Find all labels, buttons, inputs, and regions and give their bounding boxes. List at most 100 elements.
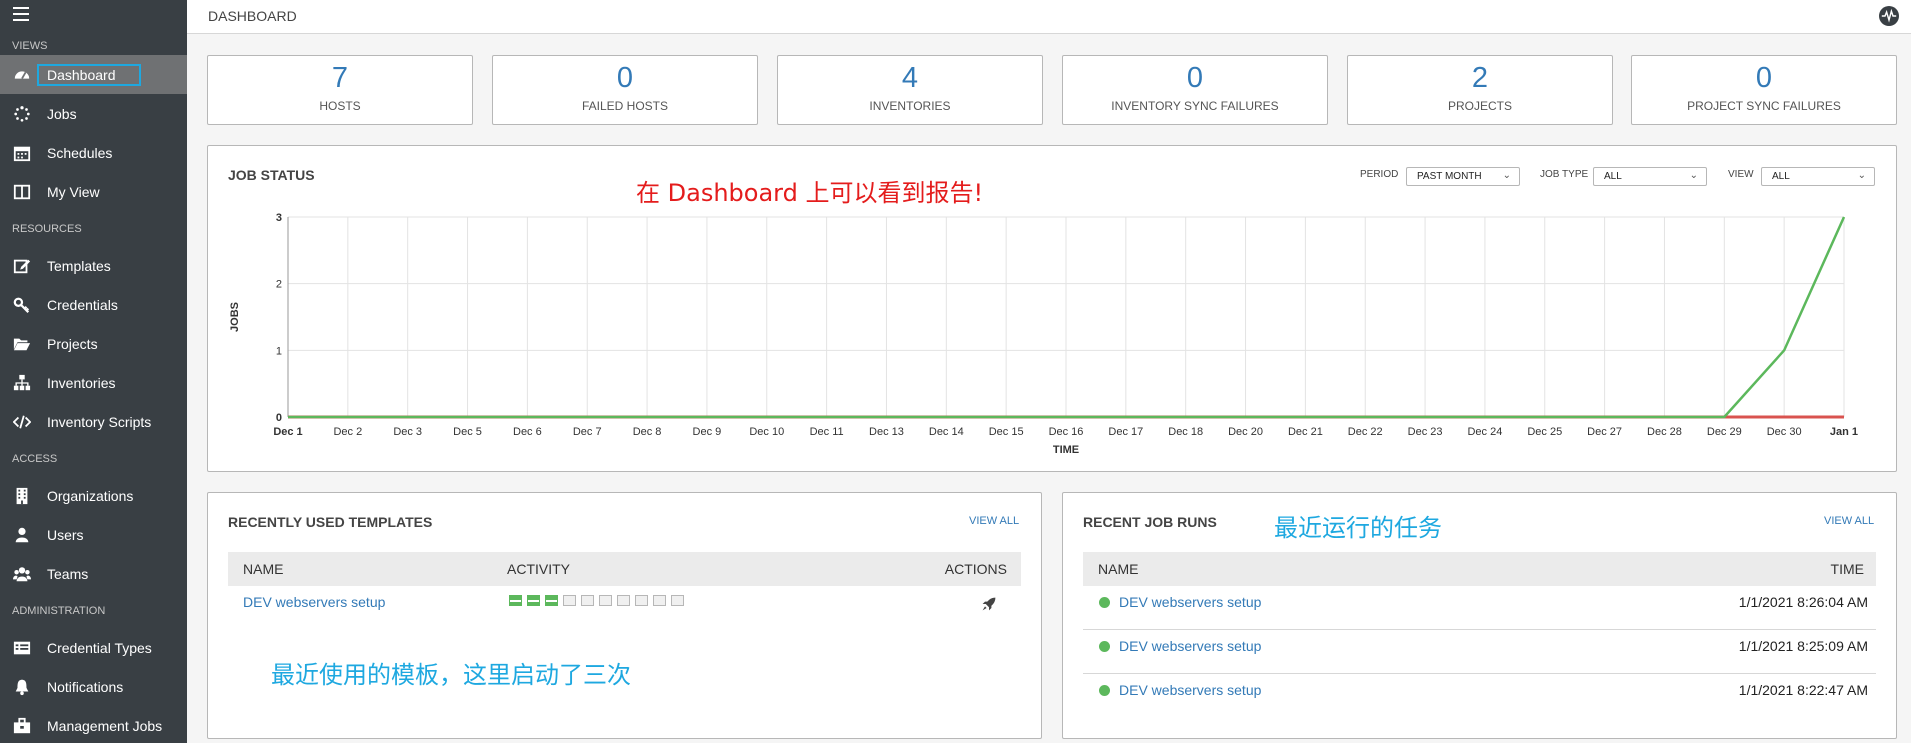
x-tick-label: Dec 29 (1707, 426, 1742, 438)
section-resources: RESOURCES (12, 223, 82, 235)
row-divider (1083, 673, 1876, 674)
edit-icon (12, 256, 32, 276)
sidebar-item-label: Users (47, 526, 84, 543)
sidebar-item-label: Credential Types (47, 639, 152, 656)
job-run-time: 1/1/2021 8:25:09 AM (1738, 638, 1868, 654)
card-project-sync-failures[interactable]: 0 PROJECT SYNC FAILURES (1631, 55, 1897, 125)
x-tick-label: Dec 17 (1108, 426, 1143, 438)
x-tick-label: Dec 9 (693, 426, 722, 438)
column-name: NAME (1098, 561, 1139, 577)
activity-success-square[interactable] (527, 595, 540, 606)
x-tick-label: Dec 30 (1767, 426, 1802, 438)
card-label: INVENTORY SYNC FAILURES (1111, 99, 1279, 113)
sidebar-item-label: My View (47, 183, 100, 200)
card-inventories[interactable]: 4 INVENTORIES (777, 55, 1043, 125)
activity-stream-icon[interactable] (1879, 6, 1899, 26)
card-projects[interactable]: 2 PROJECTS (1347, 55, 1613, 125)
recent-job-runs-title: RECENT JOB RUNS (1083, 514, 1217, 530)
y-tick-label: 1 (276, 345, 282, 357)
rocket-launch-icon[interactable] (981, 596, 997, 612)
card-value: 4 (901, 62, 919, 94)
x-tick-label: Dec 7 (573, 426, 602, 438)
card-value: 2 (1471, 62, 1489, 94)
card-inventory-sync-failures[interactable]: 0 INVENTORY SYNC FAILURES (1062, 55, 1328, 125)
activity-success-square[interactable] (545, 595, 558, 606)
sidebar-item-users[interactable]: Users (0, 515, 187, 554)
job-run-link[interactable]: DEV webservers setup (1119, 682, 1261, 698)
job-status-panel: JOB STATUS 在 Dashboard 上可以看到报告! PERIOD P… (207, 145, 1897, 472)
page-title: DASHBOARD (208, 8, 297, 24)
job-runs-table-header: NAME TIME (1083, 552, 1876, 586)
job-run-link[interactable]: DEV webservers setup (1119, 594, 1261, 610)
x-tick-label: Dec 24 (1467, 426, 1502, 438)
x-tick-label: Dec 8 (633, 426, 662, 438)
x-tick-label: Dec 20 (1228, 426, 1263, 438)
activity-empty-square[interactable] (563, 595, 576, 606)
sidebar-item-jobs[interactable]: Jobs (0, 94, 187, 133)
sidebar-item-organizations[interactable]: Organizations (0, 476, 187, 515)
x-tick-label: Dec 27 (1587, 426, 1622, 438)
templates-view-all-link[interactable]: VIEW ALL (969, 515, 1019, 527)
sidebar-item-credentials[interactable]: Credentials (0, 285, 187, 324)
activity-empty-square[interactable] (653, 595, 666, 606)
column-name: NAME (243, 561, 284, 577)
key-icon (12, 295, 32, 315)
sidebar-item-inventories[interactable]: Inventories (0, 363, 187, 402)
sidebar: VIEWS Dashboard Jobs Schedules My View R… (0, 0, 187, 743)
sidebar-item-dashboard[interactable]: Dashboard (0, 55, 187, 94)
activity-empty-square[interactable] (581, 595, 594, 606)
sidebar-item-projects[interactable]: Projects (0, 324, 187, 363)
template-link[interactable]: DEV webservers setup (243, 594, 385, 610)
x-tick-label: Jan 1 (1830, 426, 1858, 438)
sidebar-item-credential-types[interactable]: Credential Types (0, 628, 187, 667)
sidebar-item-notifications[interactable]: Notifications (0, 667, 187, 706)
x-tick-label: Dec 2 (333, 426, 362, 438)
columns-icon (12, 182, 32, 202)
briefcase-icon (12, 716, 32, 736)
job-run-time: 1/1/2021 8:22:47 AM (1738, 682, 1868, 698)
activity-success-square[interactable] (509, 595, 522, 606)
card-value: 0 (616, 62, 634, 94)
x-tick-label: Dec 10 (749, 426, 784, 438)
card-value: 0 (1755, 62, 1773, 94)
activity-empty-square[interactable] (599, 595, 612, 606)
menu-icon[interactable] (13, 7, 29, 21)
card-hosts[interactable]: 7 HOSTS (207, 55, 473, 125)
sidebar-item-my-view[interactable]: My View (0, 172, 187, 211)
sidebar-item-teams[interactable]: Teams (0, 554, 187, 593)
job-runs-view-all-link[interactable]: VIEW ALL (1824, 515, 1874, 527)
sidebar-item-label: Notifications (47, 678, 124, 695)
sitemap-icon (12, 373, 32, 393)
x-tick-label: Dec 1 (273, 426, 302, 438)
activity-empty-square[interactable] (617, 595, 630, 606)
sidebar-item-label: Projects (47, 335, 98, 352)
sidebar-item-schedules[interactable]: Schedules (0, 133, 187, 172)
sidebar-item-templates[interactable]: Templates (0, 246, 187, 285)
x-tick-label: Dec 15 (989, 426, 1024, 438)
x-tick-label: Dec 21 (1288, 426, 1323, 438)
card-value: 7 (331, 62, 349, 94)
activity-empty-square[interactable] (635, 595, 648, 606)
x-tick-label: Dec 25 (1527, 426, 1562, 438)
job-run-link[interactable]: DEV webservers setup (1119, 638, 1261, 654)
x-axis-label: TIME (1053, 444, 1079, 456)
card-label: HOSTS (319, 99, 361, 113)
sidebar-item-management-jobs[interactable]: Management Jobs (0, 706, 187, 743)
x-tick-label: Dec 22 (1348, 426, 1383, 438)
card-label: INVENTORIES (869, 99, 951, 113)
card-failed-hosts[interactable]: 0 FAILED HOSTS (492, 55, 758, 125)
sidebar-item-label: Jobs (47, 105, 77, 122)
recent-templates-panel: RECENTLY USED TEMPLATES VIEW ALL NAME AC… (207, 492, 1042, 739)
card-label: PROJECT SYNC FAILURES (1687, 99, 1841, 113)
job-status-chart: 0 1 2 3 Dec 1 Dec 2 Dec 3 Dec 5 Dec 6 Dec 7 Dec 8 D… (229, 212, 1858, 456)
activity-empty-square[interactable] (671, 595, 684, 606)
x-tick-label: Dec 18 (1168, 426, 1203, 438)
x-tick-label: Dec 23 (1408, 426, 1443, 438)
folder-open-icon (12, 334, 32, 354)
x-tick-label: Dec 11 (810, 426, 844, 438)
templates-table-header: NAME ACTIVITY ACTIONS (228, 552, 1021, 586)
activity-sparkline[interactable] (509, 595, 689, 608)
section-administration: ADMINISTRATION (12, 605, 106, 617)
card-label: PROJECTS (1447, 99, 1512, 113)
sidebar-item-inventory-scripts[interactable]: Inventory Scripts (0, 402, 187, 441)
